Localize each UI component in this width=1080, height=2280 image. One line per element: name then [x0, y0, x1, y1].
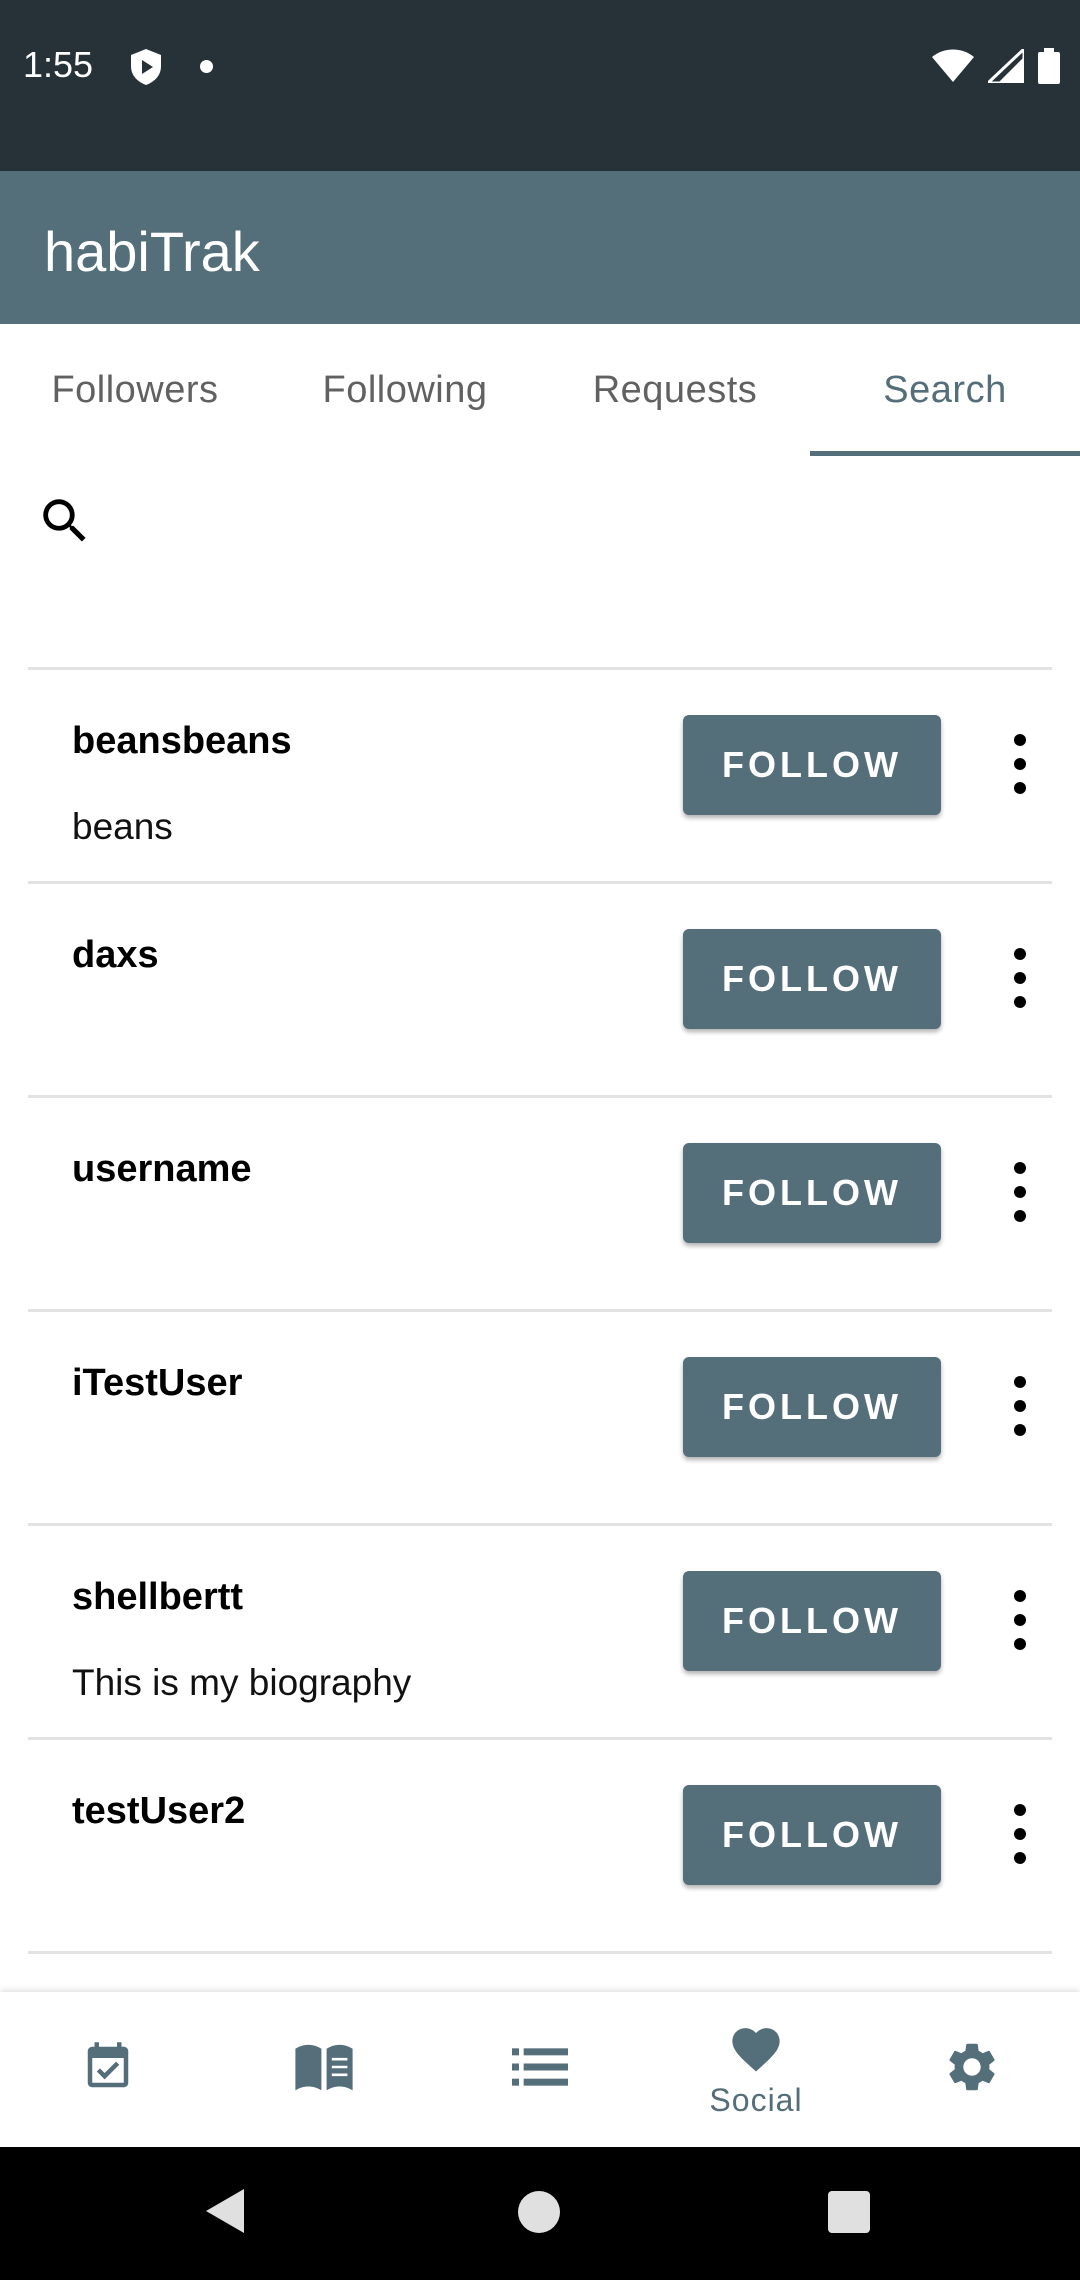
nav-label-social: Social: [709, 2081, 803, 2118]
back-icon[interactable]: [204, 2187, 246, 2240]
follow-button[interactable]: FOLLOW: [683, 929, 941, 1029]
more-vert-icon[interactable]: [1013, 1804, 1027, 1866]
more-vert-icon[interactable]: [1013, 1376, 1027, 1438]
tab-search[interactable]: Search: [810, 324, 1080, 456]
more-vert-icon[interactable]: [1013, 948, 1027, 1010]
nav-item-list[interactable]: [432, 1992, 648, 2147]
follow-button[interactable]: FOLLOW: [683, 1571, 941, 1671]
follow-button[interactable]: FOLLOW: [683, 1357, 941, 1457]
list-item: iTestUser FOLLOW: [28, 1309, 1052, 1523]
list-icon: [512, 2047, 568, 2092]
battery-icon: [1038, 48, 1060, 89]
tab-following[interactable]: Following: [270, 324, 540, 456]
gear-icon: [943, 2038, 1001, 2101]
user-bio: This is my biography: [72, 1662, 412, 1703]
search-icon[interactable]: [36, 492, 94, 555]
notification-dot-icon: [200, 60, 213, 73]
heart-icon: [727, 2021, 785, 2078]
nav-item-journal[interactable]: [216, 1992, 432, 2147]
bottom-navigation: Social: [0, 1992, 1080, 2147]
status-time: 1:55: [23, 44, 94, 85]
status-bar: 1:55: [0, 0, 1080, 171]
more-vert-icon[interactable]: [1013, 1590, 1027, 1652]
app-bar: habiTrak: [0, 171, 1080, 324]
book-open-icon: [292, 2041, 356, 2098]
list-item: shellbertt This is my biography FOLLOW: [28, 1523, 1052, 1737]
calendar-check-icon: [81, 2037, 135, 2102]
username: beansbeans: [72, 720, 292, 762]
username: iTestUser: [72, 1362, 243, 1404]
nav-item-calendar[interactable]: [0, 1992, 216, 2147]
list-item: daxs FOLLOW: [28, 881, 1052, 1095]
tab-bar: Followers Following Requests Search: [0, 324, 1080, 456]
follow-button[interactable]: FOLLOW: [683, 1143, 941, 1243]
username: daxs: [72, 934, 159, 976]
shield-icon: [129, 48, 163, 91]
list-item: beansbeans beans FOLLOW: [28, 667, 1052, 881]
follow-button[interactable]: FOLLOW: [683, 715, 941, 815]
username: username: [72, 1148, 252, 1190]
app-title: habiTrak: [44, 220, 260, 283]
list-item: testUser2 FOLLOW: [28, 1737, 1052, 1954]
search-input[interactable]: [110, 486, 1014, 568]
home-icon[interactable]: [518, 2191, 560, 2233]
tab-followers[interactable]: Followers: [0, 324, 270, 456]
wifi-icon: [932, 49, 974, 88]
tab-requests[interactable]: Requests: [540, 324, 810, 456]
nav-item-social[interactable]: Social: [648, 1992, 864, 2147]
search-bar: [0, 456, 1080, 668]
follow-button[interactable]: FOLLOW: [683, 1785, 941, 1885]
more-vert-icon[interactable]: [1013, 734, 1027, 796]
username: shellbertt: [72, 1576, 244, 1618]
signal-icon: [984, 45, 1026, 88]
nav-item-settings[interactable]: [864, 1992, 1080, 2147]
user-bio: beans: [72, 806, 173, 847]
status-indicators: [932, 45, 1060, 89]
user-list: beansbeans beans FOLLOW daxs FOLLOW user…: [28, 667, 1052, 1954]
username: testUser2: [72, 1790, 246, 1832]
list-item: username FOLLOW: [28, 1095, 1052, 1309]
system-navigation-bar: [0, 2147, 1080, 2280]
more-vert-icon[interactable]: [1013, 1162, 1027, 1224]
recent-apps-icon[interactable]: [828, 2191, 870, 2233]
